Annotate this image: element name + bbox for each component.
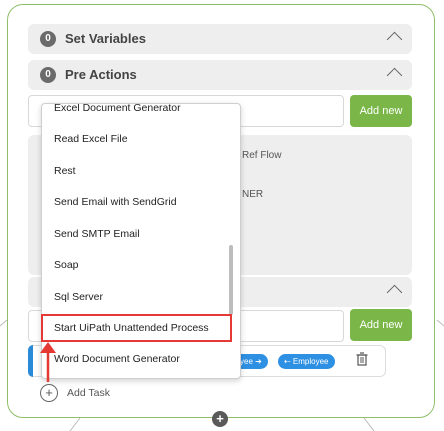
task-row-accent bbox=[28, 345, 33, 377]
trash-icon[interactable] bbox=[356, 352, 368, 366]
set-variables-section[interactable]: 0 Set Variables bbox=[28, 24, 412, 54]
add-node-plus-icon[interactable]: + bbox=[212, 411, 228, 427]
dropdown-item[interactable]: Soap bbox=[42, 255, 232, 275]
dropdown-item[interactable]: Read Excel File bbox=[42, 129, 232, 149]
dropdown-item[interactable]: Sql Server bbox=[42, 287, 232, 307]
pre-actions-section[interactable]: 0 Pre Actions bbox=[28, 60, 412, 90]
chevron-up-icon[interactable] bbox=[386, 67, 403, 84]
highlight-box bbox=[41, 314, 232, 342]
pre-actions-title: Pre Actions bbox=[65, 67, 137, 82]
plus-circle-icon: + bbox=[40, 384, 58, 402]
arrow-up-icon bbox=[40, 342, 56, 382]
panel-text-ref-flow: Ref Flow bbox=[242, 150, 282, 161]
pre-actions-count-badge: 0 bbox=[40, 67, 56, 83]
chevron-up-icon[interactable] bbox=[386, 284, 403, 301]
set-variables-count-badge: 0 bbox=[40, 31, 56, 47]
panel-text-ner: NER bbox=[242, 189, 264, 200]
employee-pill[interactable]: ⇠ Employee bbox=[278, 354, 335, 369]
dropdown-item[interactable]: Send SMTP Email bbox=[42, 224, 232, 244]
add-new-button[interactable]: Add new bbox=[350, 95, 412, 127]
dropdown-item[interactable]: Word Document Generator bbox=[42, 349, 232, 369]
add-new-button[interactable]: Add new bbox=[350, 309, 412, 341]
dropdown-item[interactable]: Rest bbox=[42, 161, 232, 181]
chevron-up-icon[interactable] bbox=[386, 31, 403, 48]
dropdown-scrollbar[interactable] bbox=[229, 245, 233, 315]
add-task-label: Add Task bbox=[67, 387, 110, 399]
dropdown-item[interactable]: Send Email with SendGrid bbox=[42, 192, 232, 212]
set-variables-title: Set Variables bbox=[65, 31, 146, 46]
dropdown-item[interactable]: Excel Document Generator bbox=[42, 104, 232, 118]
